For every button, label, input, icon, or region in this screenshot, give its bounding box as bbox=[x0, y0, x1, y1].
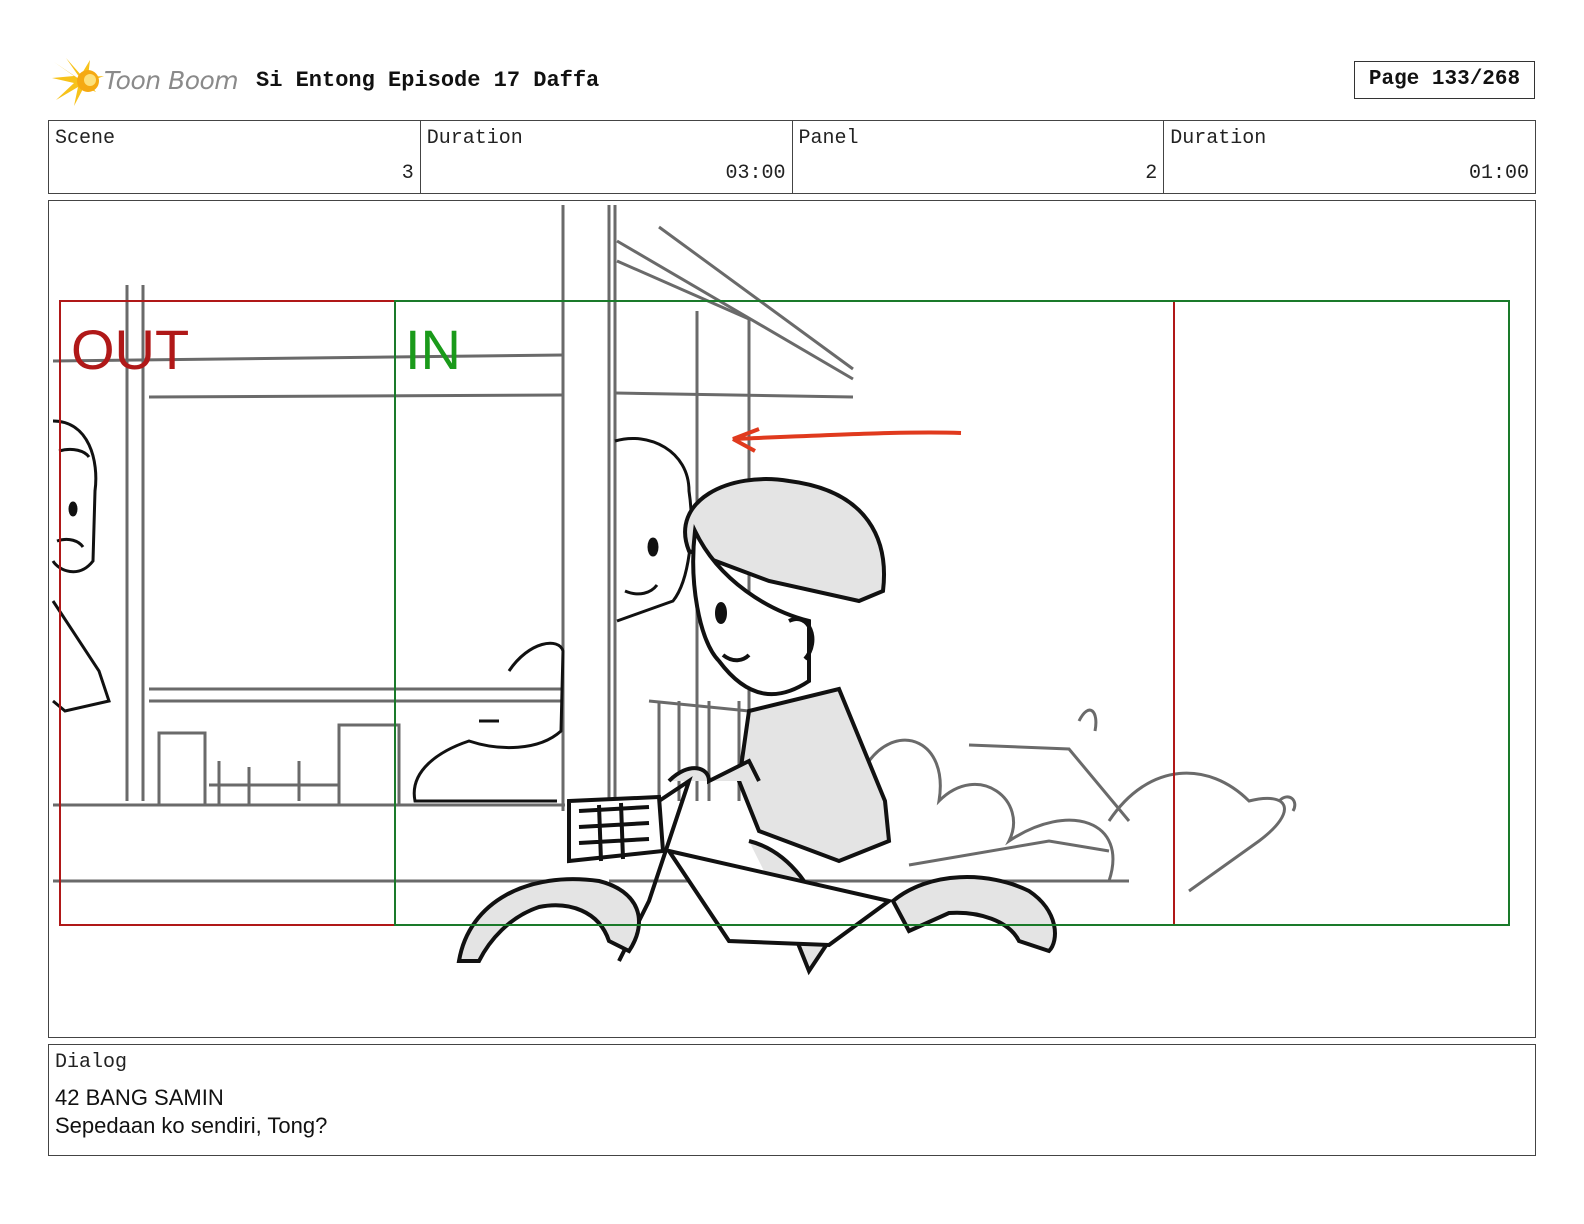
dialog-character: 42 BANG SAMIN bbox=[55, 1085, 224, 1110]
main-character-sketch bbox=[456, 477, 1057, 976]
storyboard-panel: OUT IN bbox=[48, 200, 1536, 1038]
scene-info-table: Scene 3 Duration 03:00 Panel 2 Duration … bbox=[48, 120, 1536, 194]
scene-duration-label: Duration bbox=[426, 127, 523, 150]
panel-duration-value: 01:00 bbox=[1468, 162, 1529, 185]
panel-cell: Panel 2 bbox=[793, 121, 1165, 193]
dialog-box: Dialog 42 BANG SAMIN Sepedaan ko sendiri… bbox=[48, 1044, 1536, 1156]
background-sketch bbox=[52, 205, 1297, 893]
middle-character-sketch bbox=[412, 436, 693, 803]
starburst-icon bbox=[52, 58, 104, 106]
scene-duration-value: 03:00 bbox=[725, 162, 786, 185]
panel-duration-cell: Duration 01:00 bbox=[1164, 121, 1535, 193]
logo-text: Toon Boom bbox=[104, 66, 239, 95]
toon-boom-logo: Toon Boom bbox=[52, 56, 242, 106]
panel-value: 2 bbox=[1145, 162, 1158, 185]
in-label: IN bbox=[405, 318, 461, 381]
panel-sketch: OUT IN bbox=[51, 205, 1510, 976]
panel-label: Panel bbox=[798, 127, 859, 150]
scene-value: 3 bbox=[401, 162, 414, 185]
scene-cell: Scene 3 bbox=[49, 121, 421, 193]
dialog-text: Sepedaan ko sendiri, Tong? bbox=[55, 1113, 328, 1138]
document-title: Si Entong Episode 17 Daffa bbox=[256, 68, 600, 93]
page-counter: Page 133/268 bbox=[1354, 61, 1535, 99]
dialog-label: Dialog bbox=[55, 1051, 128, 1074]
left-character-sketch bbox=[51, 419, 111, 713]
scene-duration-cell: Duration 03:00 bbox=[421, 121, 793, 193]
panel-duration-label: Duration bbox=[1170, 127, 1267, 150]
motion-arrow bbox=[732, 427, 962, 453]
scene-label: Scene bbox=[55, 127, 116, 150]
out-label: OUT bbox=[71, 318, 189, 381]
